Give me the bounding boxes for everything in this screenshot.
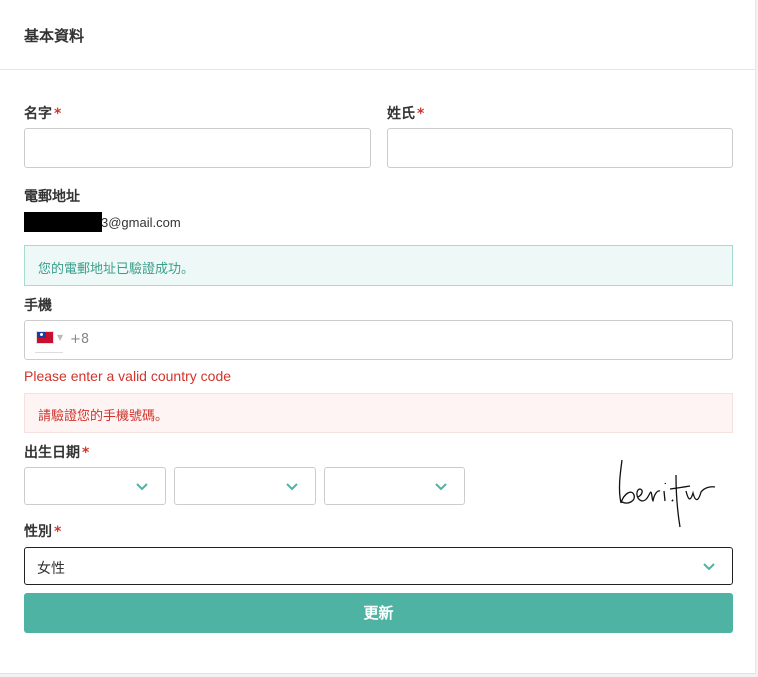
flag-canton <box>37 332 46 338</box>
caret-down-icon[interactable]: ▼ <box>57 333 63 342</box>
chevron-down-icon <box>285 482 299 492</box>
required-marker: * <box>82 445 90 461</box>
first-name-label-text: 名字 <box>24 106 52 122</box>
last-name-input[interactable] <box>387 128 733 168</box>
birthday-label: 出生日期 * <box>24 442 89 462</box>
phone-error-text: Please enter a valid country code <box>24 368 232 384</box>
last-name-label-text: 姓氏 <box>387 106 415 122</box>
update-button[interactable]: 更新 <box>24 593 733 633</box>
phone-label: 手機 <box>24 298 52 314</box>
phone-input[interactable]: ▼ +8 <box>24 320 733 360</box>
gender-label: 性別 * <box>24 521 61 541</box>
chevron-down-icon <box>135 482 149 492</box>
first-name-label: 名字 * <box>24 103 61 123</box>
birthday-label-text: 出生日期 <box>24 445 80 461</box>
page-title: 基本資料 <box>24 27 85 45</box>
taiwan-flag-icon[interactable] <box>36 331 54 344</box>
email-redaction <box>24 212 102 232</box>
gender-select[interactable]: 女性 <box>24 547 733 585</box>
chevron-down-icon <box>702 562 716 572</box>
gender-selected-value: 女性 <box>37 561 65 577</box>
email-verified-alert: 您的電郵地址已驗證成功。 <box>24 245 733 286</box>
required-marker: * <box>54 524 62 540</box>
email-value: 3@gmail.com <box>101 215 181 230</box>
gender-label-text: 性別 <box>24 524 52 540</box>
phone-verify-alert: 請驗證您的手機號碼。 <box>24 393 733 433</box>
chevron-down-icon <box>434 482 448 492</box>
birthday-day-select[interactable] <box>324 467 465 505</box>
flag-underline <box>35 352 63 353</box>
dial-code: +8 <box>70 332 90 347</box>
email-label: 電郵地址 <box>24 189 80 205</box>
last-name-label: 姓氏 * <box>387 103 424 123</box>
required-marker: * <box>417 106 425 122</box>
profile-card: 基本資料 名字 * 姓氏 * 電郵地址 3@gmail.com 您的電郵地址已驗證成… <box>0 0 756 674</box>
signature-watermark <box>612 455 722 530</box>
birthday-month-select[interactable] <box>174 467 316 505</box>
required-marker: * <box>54 106 62 122</box>
birthday-year-select[interactable] <box>24 467 166 505</box>
card-header: 基本資料 <box>0 0 756 70</box>
first-name-input[interactable] <box>24 128 371 168</box>
flag-sun <box>40 333 43 336</box>
